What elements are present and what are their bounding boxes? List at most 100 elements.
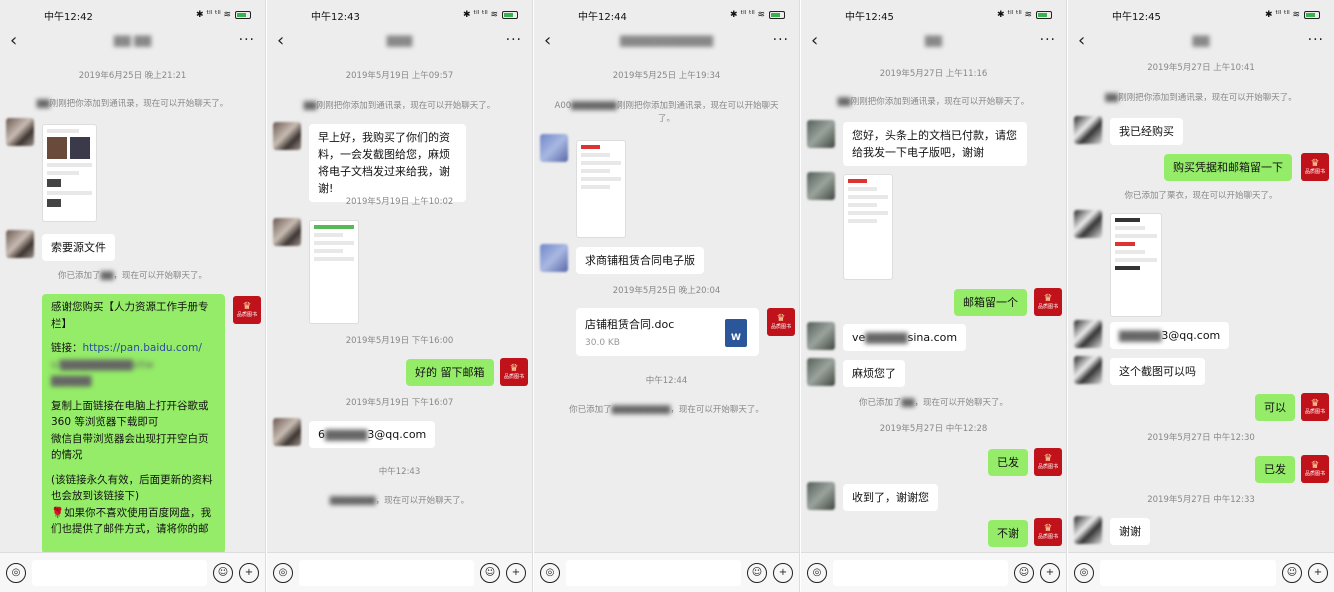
plus-icon[interactable]: + (773, 562, 793, 583)
status-time: 中午12:45 (845, 11, 894, 23)
contact-avatar[interactable] (1074, 356, 1102, 384)
message-bubble-in[interactable]: ve▇▇▇▇▇sina.com (843, 324, 967, 351)
contact-avatar[interactable] (807, 482, 835, 510)
contact-avatar[interactable] (6, 118, 34, 146)
image-message[interactable] (42, 124, 97, 222)
share-link[interactable]: https://pan.baidu.com/ (83, 342, 202, 354)
message-bubble-out[interactable]: 可以 (1255, 394, 1295, 421)
message-bubble-out[interactable]: 购买凭据和邮箱留一下 (1164, 154, 1292, 181)
voice-icon[interactable]: ◎ (540, 562, 560, 583)
image-message[interactable] (309, 220, 359, 324)
brand-avatar[interactable]: ♛ 品质图书 (233, 296, 261, 324)
brand-avatar[interactable]: ♛ 品质图书 (1034, 288, 1062, 316)
message-input[interactable] (566, 559, 741, 586)
image-message[interactable] (843, 174, 893, 280)
brand-avatar[interactable]: ♛ 品质图书 (1301, 393, 1329, 421)
message-bubble-out[interactable]: 感谢您购买【人力资源工作手册专栏】 链接：https://pan.baidu.c… (42, 294, 225, 554)
contact-avatar[interactable] (807, 172, 835, 200)
message-bubble-in[interactable]: 收到了，谢谢您 (843, 484, 938, 511)
voice-icon[interactable]: ◎ (1074, 562, 1094, 583)
contact-avatar[interactable] (540, 244, 568, 272)
timestamp: 2019年5月27日 上午10:41 (1147, 63, 1255, 73)
back-arrow-icon[interactable]: ‹ (544, 30, 564, 51)
brand-avatar[interactable]: ♛ 品质图书 (767, 308, 795, 336)
plus-icon[interactable]: + (506, 562, 526, 583)
message-bubble-in[interactable]: 6▇▇▇▇▇3@qq.com (309, 421, 436, 448)
contact-avatar[interactable] (807, 322, 835, 350)
image-message[interactable] (576, 140, 626, 238)
brand-avatar[interactable]: ♛ 品质图书 (1034, 448, 1062, 476)
brand-avatar[interactable]: ♛ 品质图书 (1301, 455, 1329, 483)
battery-icon (1036, 11, 1052, 19)
brand-avatar[interactable]: ♛ 品质图书 (500, 358, 528, 386)
status-bar: 中午12:42 ✱ ᵗˡˡ ᵗˡˡ ≋ (0, 0, 265, 30)
back-arrow-icon[interactable]: ‹ (811, 30, 831, 51)
emoji-icon[interactable]: ☺ (480, 562, 500, 583)
chat-title: ▇▇▇ (386, 33, 413, 47)
brand-avatar[interactable]: ♛ 品质图书 (1301, 153, 1329, 181)
crown-icon: ♛ (1310, 398, 1320, 409)
back-arrow-icon[interactable]: ‹ (1078, 30, 1098, 51)
chat-panel-2: 中午12:43 ✱ ᵗˡˡ ᵗˡˡ ≋ ‹ ▇▇▇ ··· 2019年5月19日… (267, 0, 533, 592)
contact-avatar[interactable] (6, 230, 34, 258)
message-bubble-out[interactable]: 好的 留下邮箱 (406, 359, 494, 386)
plus-icon[interactable]: + (1040, 562, 1060, 583)
chat-panel-5: 中午12:45 ✱ ᵗˡˡ ᵗˡˡ ≋ ‹ ▇▇ ··· 2019年5月27日 … (1068, 0, 1334, 592)
message-bubble-in[interactable]: 这个截图可以吗 (1110, 358, 1205, 385)
plus-icon[interactable]: + (1308, 562, 1328, 583)
message-bubble-in[interactable]: 谢谢 (1110, 518, 1150, 545)
message-input[interactable] (32, 559, 207, 586)
contact-avatar[interactable] (1074, 210, 1102, 238)
message-input[interactable] (833, 559, 1008, 586)
emoji-icon[interactable]: ☺ (747, 562, 767, 583)
message-bubble-in[interactable]: 求商铺租赁合同电子版 (576, 247, 704, 274)
back-arrow-icon[interactable]: ‹ (10, 30, 30, 51)
more-options-icon[interactable]: ··· (235, 32, 255, 48)
contact-avatar[interactable] (273, 418, 301, 446)
more-options-icon[interactable]: ··· (769, 32, 789, 48)
more-options-icon[interactable]: ··· (1304, 32, 1324, 48)
contact-avatar[interactable] (1074, 320, 1102, 348)
voice-icon[interactable]: ◎ (807, 562, 827, 583)
more-options-icon[interactable]: ··· (502, 32, 522, 48)
system-message: ▇▇刚刚把你添加到通讯录，现在可以开始聊天了。 (1105, 93, 1297, 103)
contact-avatar[interactable] (1074, 516, 1102, 544)
status-icons: ✱ ᵗˡˡ ᵗˡˡ ≋ (463, 10, 518, 20)
contact-avatar[interactable] (1074, 116, 1102, 144)
message-input[interactable] (299, 559, 474, 586)
status-icons: ✱ ᵗˡˡ ᵗˡˡ ≋ (997, 10, 1052, 20)
contact-avatar[interactable] (540, 134, 568, 162)
contact-avatar[interactable] (807, 120, 835, 148)
file-message[interactable]: 店铺租赁合同.doc 30.0 KB W (576, 308, 759, 356)
message-bubble-in[interactable]: 索要源文件 (42, 234, 115, 261)
contact-avatar[interactable] (273, 218, 301, 246)
message-bubble-in[interactable]: 麻烦您了 (843, 360, 905, 387)
message-input[interactable] (1100, 559, 1276, 586)
message-bubble-out[interactable]: 邮箱留一个 (954, 289, 1027, 316)
emoji-icon[interactable]: ☺ (1014, 562, 1034, 583)
message-bubble-out[interactable]: 不谢 (988, 520, 1028, 547)
timestamp: 2019年5月25日 晚上20:04 (612, 286, 721, 296)
message-bubble-in[interactable]: 您好，头条上的文档已付款，请您给我发一下电子版吧，谢谢 (843, 122, 1027, 166)
contact-avatar[interactable] (807, 358, 835, 386)
message-bubble-out[interactable]: 已发 (1255, 456, 1295, 483)
back-arrow-icon[interactable]: ‹ (277, 30, 297, 51)
emoji-icon[interactable]: ☺ (1282, 562, 1302, 583)
message-bubble-out[interactable]: 已发 (988, 449, 1028, 476)
brand-avatar[interactable]: ♛ 品质图书 (1034, 518, 1062, 546)
status-icons: ✱ ᵗˡˡ ᵗˡˡ ≋ (1265, 10, 1320, 20)
voice-icon[interactable]: ◎ (6, 562, 26, 583)
plus-icon[interactable]: + (239, 562, 259, 583)
status-time: 中午12:42 (44, 11, 93, 23)
message-bubble-in[interactable]: ▇▇▇▇▇3@qq.com (1110, 322, 1230, 349)
message-bubble-in[interactable]: 我已经购买 (1110, 118, 1183, 145)
more-options-icon[interactable]: ··· (1036, 32, 1056, 48)
chat-navbar: ‹ ▇▇ ··· (801, 28, 1066, 52)
contact-avatar[interactable] (273, 122, 301, 150)
image-message[interactable] (1110, 213, 1162, 317)
timestamp: 中午12:43 (378, 467, 421, 477)
message-bubble-in[interactable]: 早上好，我购买了你们的资料，一会发截图给您，麻烦将电子文档发过来给我，谢谢! (309, 124, 466, 202)
emoji-icon[interactable]: ☺ (213, 562, 233, 583)
voice-icon[interactable]: ◎ (273, 562, 293, 583)
status-icons: ✱ ᵗˡˡ ᵗˡˡ ≋ (730, 10, 785, 20)
